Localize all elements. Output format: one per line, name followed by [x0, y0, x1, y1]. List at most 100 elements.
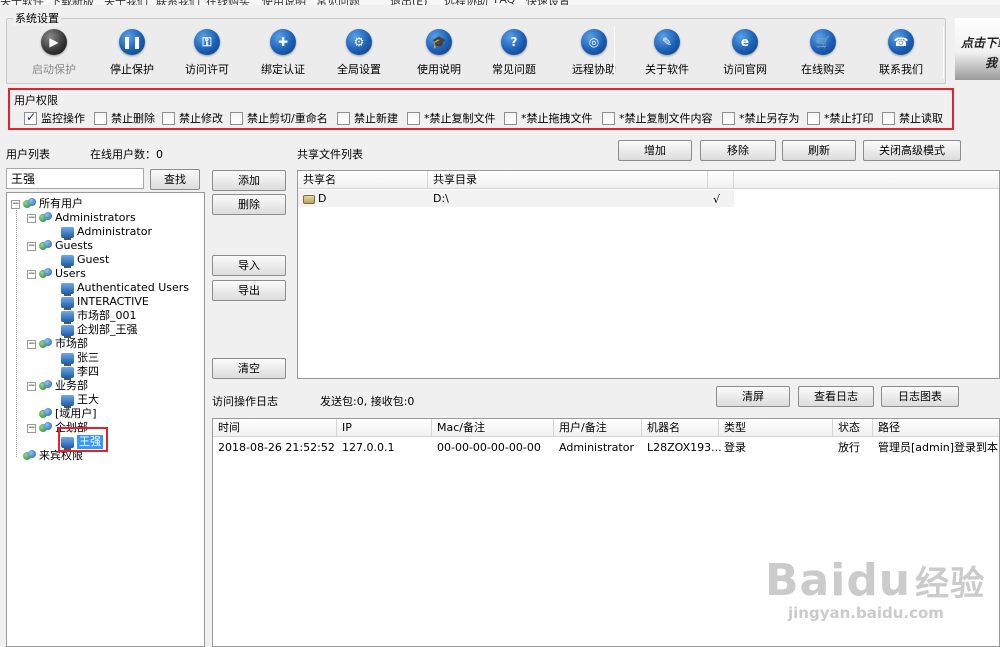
log-column-header[interactable]: 类型	[719, 419, 833, 437]
tree-group-node[interactable]: − Guests	[27, 239, 93, 253]
close-advanced-mode-button[interactable]: 关闭高级模式	[863, 140, 961, 161]
remove-share-button[interactable]: 移除	[700, 140, 776, 161]
toolbar-button-about[interactable]: ✎ 关于软件	[630, 29, 704, 83]
tree-node-label: 企划部_王强	[77, 323, 138, 336]
permission-checkbox[interactable]: 监控操作	[24, 110, 85, 126]
clear-screen-button[interactable]: 清屏	[716, 386, 790, 407]
toolbar-button-cart[interactable]: 🛒 在线购买	[786, 29, 860, 83]
log-column-header[interactable]: 机器名	[642, 419, 719, 437]
menu-item[interactable]: 常见问题	[316, 0, 360, 5]
menu-item[interactable]: 关于软件	[0, 0, 44, 5]
share-table[interactable]: 共享名 共享目录 D D:\ √	[297, 170, 1000, 379]
refresh-button[interactable]: 刷新	[782, 140, 856, 161]
checkbox-icon[interactable]	[337, 111, 350, 125]
toolbar-button-ie-browser[interactable]: e 访问官网	[708, 29, 782, 83]
permission-checkbox[interactable]: *禁止打印	[807, 110, 874, 126]
menu-item[interactable]: 下载新版	[50, 0, 94, 5]
delete-user-button[interactable]: 删除	[212, 194, 286, 215]
checkbox-icon[interactable]	[24, 110, 37, 125]
menu-item[interactable]: 退出(E)	[390, 0, 428, 5]
log-chart-button[interactable]: 日志图表	[881, 386, 959, 407]
expand-toggle-icon[interactable]: −	[27, 269, 36, 279]
table-row[interactable]	[298, 190, 734, 207]
permission-checkbox[interactable]: *禁止另存为	[722, 110, 800, 126]
log-column-header[interactable]: Mac/备注	[432, 419, 554, 437]
checkbox-icon[interactable]	[602, 111, 615, 125]
permission-checkbox[interactable]: 禁止删除	[94, 110, 155, 126]
menu-item[interactable]: FAQ	[494, 0, 515, 5]
log-column-header[interactable]: 用户/备注	[554, 419, 642, 437]
tree-user-node[interactable]: INTERACTIVE	[61, 295, 149, 310]
expand-toggle-icon[interactable]: −	[27, 241, 36, 251]
checkbox-icon[interactable]	[162, 111, 175, 125]
expand-toggle-icon[interactable]: −	[27, 423, 36, 433]
checkbox-icon[interactable]	[94, 111, 107, 125]
tree-user-node[interactable]: 王大	[61, 393, 99, 408]
log-column-header[interactable]: 路径	[873, 419, 999, 437]
toolbar-button-phone[interactable]: ☎ 联系我们	[864, 29, 938, 83]
import-button[interactable]: 导入	[212, 255, 286, 276]
checkbox-icon[interactable]	[504, 111, 517, 125]
tree-user-node[interactable]: 张三	[61, 351, 99, 366]
tree-user-node[interactable]: Administrator	[61, 225, 152, 240]
expand-toggle-icon[interactable]: −	[27, 381, 36, 391]
tree-node-label: Administrators	[55, 211, 136, 224]
toolbar-button-shield[interactable]: ✚ 绑定认证	[246, 29, 320, 83]
user-search-input[interactable]	[6, 168, 144, 189]
checkbox-icon[interactable]	[407, 111, 420, 125]
checkbox-icon[interactable]	[722, 111, 735, 125]
tree-group-node[interactable]: [域用户]	[27, 407, 97, 421]
menu-item[interactable]: 关于我们	[104, 0, 148, 5]
tree-group-node[interactable]: − 业务部	[27, 379, 88, 393]
log-column-header[interactable]: IP	[337, 419, 432, 437]
brand-banner[interactable]: 点击下载 我	[955, 18, 1000, 80]
log-column-header[interactable]: 时间	[213, 419, 337, 437]
checkbox-icon[interactable]	[230, 111, 243, 125]
menu-item[interactable]: 在线购买	[206, 0, 250, 5]
tree-user-node[interactable]: 市场部_001	[61, 309, 137, 324]
export-button[interactable]: 导出	[212, 280, 286, 301]
column-header-share-dir[interactable]: 共享目录	[428, 171, 708, 189]
permission-checkbox[interactable]: 禁止读取	[882, 110, 943, 126]
menu-item[interactable]: 远程协助	[444, 0, 488, 5]
toolbar-button-gear[interactable]: ⚙ 全局设置	[322, 29, 396, 83]
permission-checkbox[interactable]: *禁止复制文件内容	[602, 110, 713, 126]
search-button[interactable]: 查找	[150, 169, 200, 190]
permission-checkbox[interactable]: *禁止拖拽文件	[504, 110, 593, 126]
toolbar-button-pause[interactable]: ❚❚ 停止保护	[95, 29, 169, 83]
expand-toggle-icon[interactable]: −	[11, 199, 20, 209]
tree-group-node[interactable]: − 所有用户	[11, 197, 83, 211]
add-user-button[interactable]: 添加	[212, 170, 286, 191]
checkbox-icon[interactable]	[882, 111, 895, 125]
log-column-header[interactable]: 状态	[833, 419, 873, 437]
toolbar-button-question[interactable]: ? 常见问题	[477, 29, 551, 83]
permission-checkbox[interactable]: 禁止新建	[337, 110, 398, 126]
tree-user-node[interactable]: Guest	[61, 253, 109, 268]
column-header-share-name[interactable]: 共享名	[298, 171, 428, 189]
user-tree[interactable]: − 所有用户 − Administrators Administrator − Guests…	[6, 192, 205, 647]
checkbox-icon[interactable]	[807, 111, 820, 125]
menu-item[interactable]: 快速设置	[526, 0, 570, 5]
add-share-button[interactable]: 增加	[618, 140, 692, 161]
menu-item[interactable]: 联系我们	[156, 0, 200, 5]
clear-users-button[interactable]: 清空	[212, 358, 286, 379]
permission-checkbox[interactable]: 禁止修改	[162, 110, 223, 126]
expand-toggle-icon[interactable]: −	[27, 213, 36, 223]
view-log-button[interactable]: 查看日志	[798, 386, 874, 407]
tree-node-label: 李四	[77, 365, 99, 378]
tree-group-node[interactable]: − Users	[27, 267, 86, 281]
tree-user-node[interactable]: Authenticated Users	[61, 281, 189, 296]
menu-item[interactable]: 使用说明	[262, 0, 306, 5]
tree-user-node[interactable]: 企划部_王强	[61, 323, 138, 338]
permission-checkbox[interactable]: *禁止复制文件	[407, 110, 496, 126]
permission-checkbox[interactable]: 禁止剪切/重命名	[230, 110, 328, 126]
toolbar-button-play[interactable]: ▶ 启动保护	[17, 29, 91, 83]
tree-group-node[interactable]: − 市场部	[27, 337, 88, 351]
toolbar-button-key[interactable]: ⚿ 访问许可	[170, 29, 244, 83]
toolbar-button-graduation-cap[interactable]: 🎓 使用说明	[402, 29, 476, 83]
column-header-flag[interactable]	[708, 171, 734, 189]
expand-toggle-icon[interactable]: −	[27, 339, 36, 349]
toolbar-button-remote-globe[interactable]: ◎ 远程协助	[557, 29, 631, 83]
tree-group-node[interactable]: − Administrators	[27, 211, 136, 225]
tree-user-node[interactable]: 李四	[61, 365, 99, 380]
